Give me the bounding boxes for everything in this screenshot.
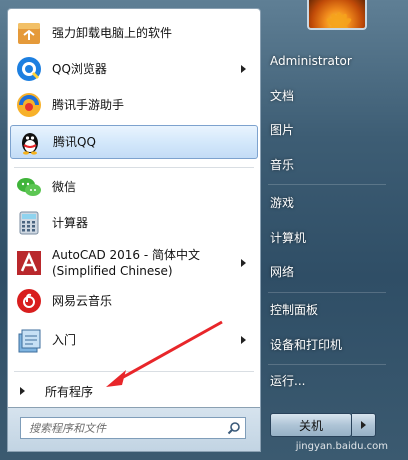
search-bar	[7, 408, 261, 452]
wechat-icon	[14, 172, 44, 202]
right-item-devices-printers[interactable]: 设备和打印机	[270, 334, 342, 356]
program-label: 强力卸载电脑上的软件	[52, 26, 173, 40]
divider	[268, 184, 386, 185]
shutdown-button[interactable]: 关机	[270, 413, 352, 437]
program-label: AutoCAD 2016 - 简体中文 (Simplified Chinese)	[52, 247, 200, 279]
all-programs-label: 所有程序	[45, 384, 94, 399]
getting-started-icon	[14, 325, 44, 355]
right-item-network[interactable]: 网络	[270, 261, 294, 283]
qq-browser-icon	[14, 54, 44, 84]
watermark: jingyan.baidu.com	[295, 441, 388, 452]
program-label: QQ浏览器	[52, 62, 107, 76]
shutdown-options-button[interactable]	[352, 413, 376, 437]
search-icon[interactable]	[225, 419, 243, 437]
programs-pane: 强力卸载电脑上的软件 QQ浏览器 腾讯手游助手 腾讯QQ 微信 计算器 Auto…	[7, 8, 261, 408]
right-item-games[interactable]: 游戏	[270, 192, 294, 214]
program-label: 腾讯手游助手	[52, 98, 125, 112]
submenu-arrow-icon[interactable]	[241, 336, 246, 344]
all-programs-button[interactable]: 所有程序	[10, 379, 258, 403]
tencent-game-assistant-icon	[14, 90, 44, 120]
program-tencent-qq[interactable]: 腾讯QQ	[10, 125, 258, 159]
right-item-administrator[interactable]: Administrator	[270, 50, 352, 72]
right-item-run[interactable]: 运行...	[270, 370, 305, 392]
program-wechat[interactable]: 微信	[10, 169, 258, 205]
submenu-arrow-icon[interactable]	[241, 259, 246, 267]
netease-music-icon	[14, 286, 44, 316]
right-item-control-panel[interactable]: 控制面板	[270, 299, 318, 321]
user-picture[interactable]	[307, 0, 367, 30]
submenu-arrow-icon[interactable]	[241, 65, 246, 73]
program-qq-browser[interactable]: QQ浏览器	[10, 51, 258, 87]
program-calculator[interactable]: 计算器	[10, 205, 258, 241]
expand-arrow-icon	[20, 387, 25, 395]
right-item-computer[interactable]: 计算机	[270, 227, 306, 249]
divider	[268, 292, 386, 293]
program-label: 计算器	[52, 216, 89, 230]
chevron-right-icon	[361, 421, 366, 429]
right-item-pictures[interactable]: 图片	[270, 119, 294, 141]
search-input[interactable]	[27, 418, 225, 438]
divider	[14, 371, 254, 372]
program-label-line1: AutoCAD 2016 - 简体中文	[52, 248, 201, 262]
uninstaller-icon	[14, 18, 44, 48]
tencent-qq-icon	[15, 127, 45, 157]
program-tencent-game-assistant[interactable]: 腾讯手游助手	[10, 87, 258, 123]
program-getting-started[interactable]: 入门	[10, 321, 258, 359]
program-uninstaller[interactable]: 强力卸载电脑上的软件	[10, 15, 258, 51]
right-item-music[interactable]: 音乐	[270, 154, 294, 176]
program-label: 微信	[52, 180, 77, 194]
right-item-documents[interactable]: 文档	[270, 85, 294, 107]
calculator-icon	[14, 208, 44, 238]
program-label: 腾讯QQ	[53, 135, 96, 149]
search-box[interactable]	[20, 417, 246, 439]
autocad-icon	[14, 248, 44, 278]
program-label: 网易云音乐	[52, 294, 113, 308]
flower-icon	[326, 12, 352, 28]
program-label-line2: (Simplified Chinese)	[52, 264, 173, 278]
divider	[268, 364, 386, 365]
program-label: 入门	[52, 333, 77, 347]
program-netease-music[interactable]: 网易云音乐	[10, 283, 258, 319]
program-autocad[interactable]: AutoCAD 2016 - 简体中文 (Simplified Chinese)	[10, 243, 258, 283]
divider	[14, 167, 254, 168]
